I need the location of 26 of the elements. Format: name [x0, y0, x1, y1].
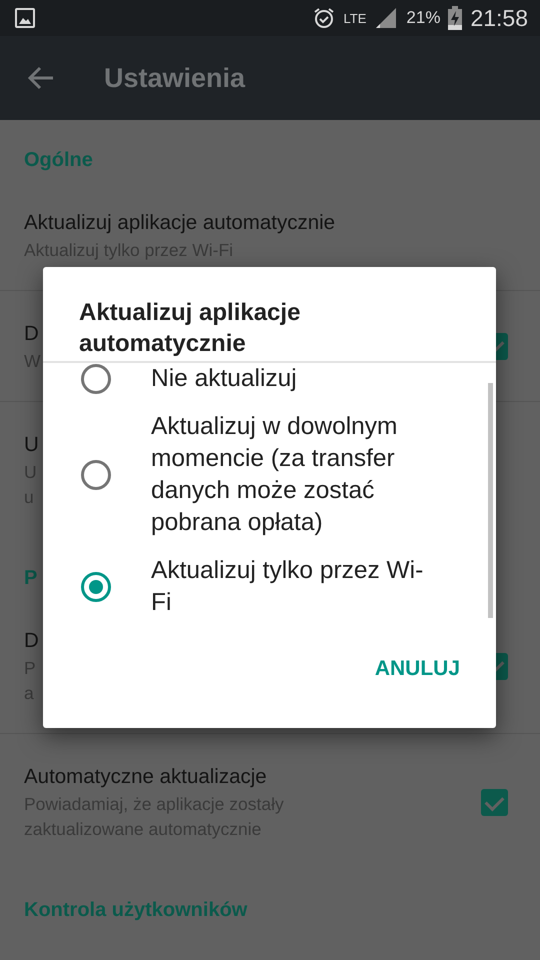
battery-percentage: 21%	[406, 8, 440, 28]
radio-option[interactable]: Aktualizuj tylko przez Wi-Fi	[81, 555, 468, 619]
radio-button[interactable]	[81, 460, 111, 490]
section-header: Ogólne	[24, 148, 93, 172]
setting-title: Automatyczne aktualizacje	[24, 764, 267, 790]
setting-title: D	[24, 321, 39, 347]
setting-title: D	[24, 628, 39, 654]
dialog-title: Aktualizuj aplikacje automatycznie	[79, 299, 300, 357]
radio-option[interactable]: Aktualizuj w dowolnym momencie (za transfer danych może zostać pobrana opłata)	[81, 411, 468, 539]
alarm-icon	[312, 6, 336, 30]
battery-charging-icon	[448, 6, 462, 30]
radio-option[interactable]: Nie aktualizuj	[81, 363, 468, 395]
section-header: P	[24, 566, 38, 590]
checkbox[interactable]	[481, 788, 508, 816]
cancel-button[interactable]: ANULUJ	[364, 649, 470, 689]
gallery-icon	[14, 7, 36, 29]
radio-button[interactable]	[81, 364, 111, 394]
network-type: LTE	[344, 10, 366, 26]
radio-button[interactable]	[81, 572, 111, 602]
setting-title: Aktualizuj aplikacje automatycznie	[24, 210, 336, 236]
section-header: Kontrola użytkowników	[24, 898, 248, 922]
setting-title: U	[24, 432, 39, 458]
screen-title: Ustawienia	[104, 62, 246, 94]
clock: 21:58	[470, 4, 528, 32]
back-arrow-icon[interactable]	[28, 66, 54, 90]
signal-icon	[374, 6, 398, 30]
